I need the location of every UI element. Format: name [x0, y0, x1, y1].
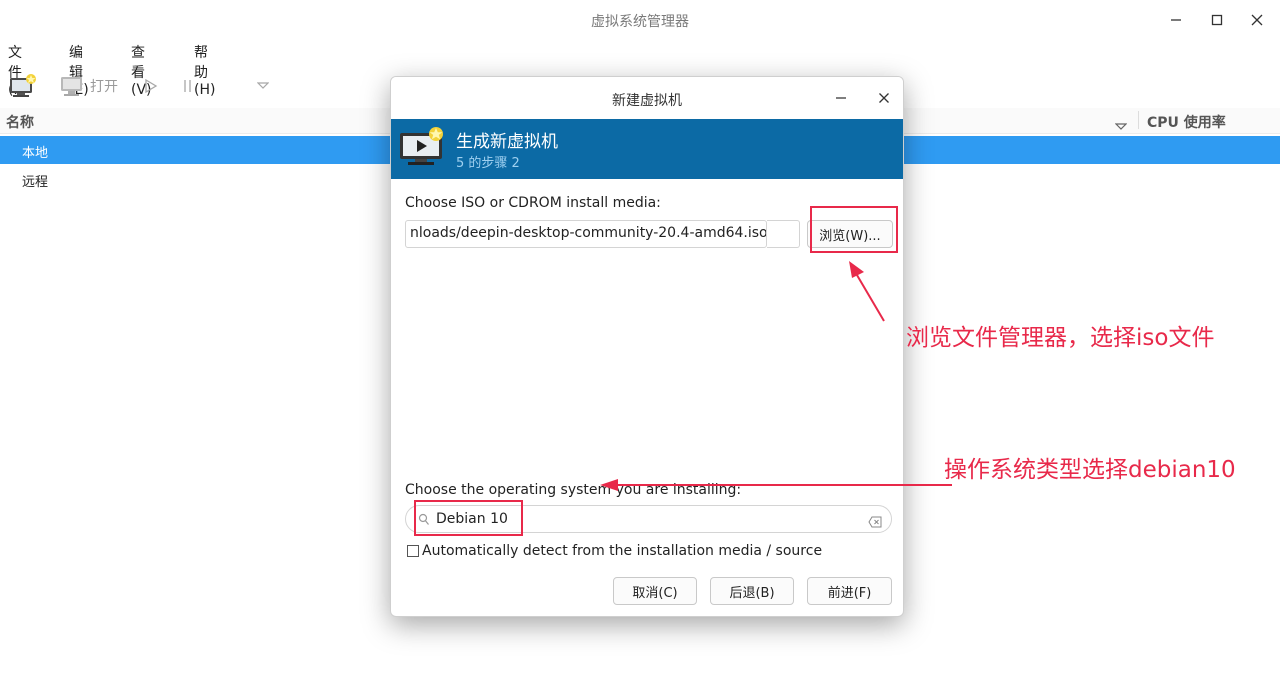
browse-annotation: 浏览文件管理器，选择iso文件 [906, 325, 1215, 351]
os-annotation: 操作系统类型选择debian10 [944, 457, 1236, 483]
os-arrowhead [600, 479, 618, 491]
browse-arrowhead [849, 261, 864, 278]
browse-arrow-line [853, 269, 885, 322]
